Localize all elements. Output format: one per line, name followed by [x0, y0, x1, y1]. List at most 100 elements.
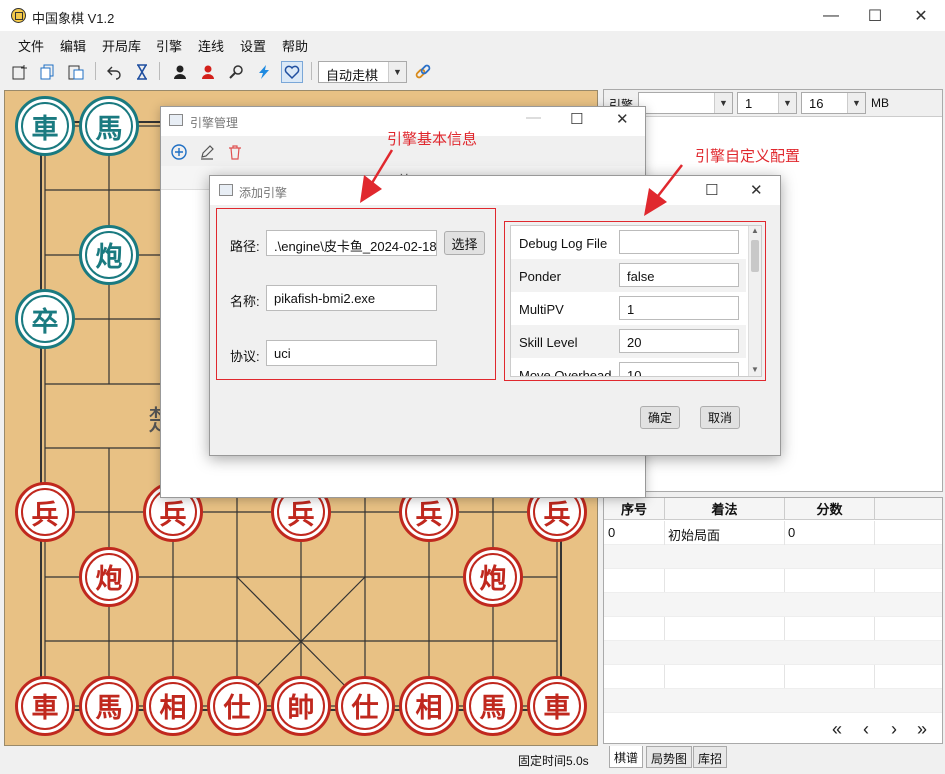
options-list[interactable]: Debug Log File Ponder false MultiPV 1 Skil… [510, 225, 762, 377]
trash-icon[interactable] [227, 144, 243, 163]
red-piece[interactable]: 相 [399, 675, 459, 736]
red-player-icon[interactable] [197, 61, 219, 83]
scroll-down-icon[interactable]: ▼ [751, 365, 759, 374]
piece-label: 車 [533, 681, 581, 730]
black-piece[interactable]: 馬 [79, 96, 139, 156]
search-icon[interactable] [225, 61, 247, 83]
option-name: MultiPV [519, 302, 564, 317]
path-label: 路径: [230, 239, 260, 254]
tab-record[interactable]: 棋谱 [609, 746, 644, 768]
name-field[interactable]: pikafish-bmi2.exe [266, 285, 437, 311]
close-button[interactable]: ✕ [750, 181, 763, 199]
auto-move-value: 自动走棋 [326, 68, 379, 83]
scrollbar-thumb[interactable] [751, 240, 759, 272]
table-row [604, 545, 942, 569]
name-label: 名称: [230, 294, 260, 309]
red-piece[interactable]: 兵 [15, 482, 75, 543]
link-icon[interactable] [412, 61, 434, 83]
scrollbar[interactable]: ▲ ▼ [748, 226, 761, 376]
menu-file[interactable]: 文件 [18, 36, 44, 55]
table-row[interactable]: 0 初始局面 0 [604, 521, 942, 545]
option-name: Debug Log File [519, 236, 608, 251]
undo-icon[interactable] [103, 61, 125, 83]
piece-label: 車 [21, 681, 69, 730]
red-piece[interactable]: 馬 [79, 675, 139, 736]
red-piece[interactable]: 車 [15, 675, 75, 736]
tab-book-moves[interactable]: 库招 [693, 746, 728, 768]
path-field[interactable]: .\engine\皮卡鱼_2024-02-18 [266, 230, 437, 256]
browse-button[interactable]: 选择 [444, 231, 485, 255]
red-piece[interactable]: 馬 [463, 675, 523, 736]
black-player-icon[interactable] [169, 61, 191, 83]
header-score[interactable]: 分数 [785, 498, 875, 520]
table-row [604, 593, 942, 617]
close-button[interactable]: ✕ [898, 0, 944, 31]
option-value[interactable]: false [619, 263, 739, 287]
option-row: Debug Log File [511, 226, 746, 259]
hash-select[interactable]: 16 ▼ [801, 92, 866, 114]
cancel-button[interactable]: 取消 [700, 406, 740, 429]
edit-icon[interactable] [199, 144, 215, 163]
auto-move-select[interactable]: 自动走棋 ▼ [318, 61, 407, 83]
hourglass-icon[interactable] [131, 61, 153, 83]
tab-situation[interactable]: 局势图 [646, 746, 693, 768]
row-score: 0 [788, 525, 796, 540]
option-value[interactable]: 1 [619, 296, 739, 320]
chevron-down-icon: ▼ [847, 93, 865, 113]
minimize-button[interactable]: — [526, 109, 541, 126]
option-value[interactable]: 10 [619, 362, 739, 376]
dialog-title: 引擎管理 [190, 116, 239, 130]
red-piece[interactable]: 仕 [335, 675, 395, 736]
prev-move-button[interactable]: ‹ [863, 719, 869, 740]
black-piece[interactable]: 車 [15, 96, 75, 156]
black-piece[interactable]: 卒 [15, 289, 75, 350]
maximize-button[interactable]: ☐ [570, 110, 583, 128]
red-piece[interactable]: 仕 [207, 675, 267, 736]
menu-settings[interactable]: 设置 [240, 36, 266, 55]
protocol-field[interactable]: uci [266, 340, 437, 366]
red-piece[interactable]: 帥 [271, 675, 331, 736]
menu-help[interactable]: 帮助 [282, 36, 308, 55]
table-row [604, 641, 942, 665]
piece-label: 炮 [469, 552, 517, 601]
piece-label: 卒 [21, 295, 69, 344]
window-icon [169, 114, 183, 126]
minimize-button[interactable]: — [808, 0, 854, 31]
threads-select[interactable]: 1 ▼ [737, 92, 797, 114]
red-piece[interactable]: 車 [527, 675, 587, 736]
menu-engine[interactable]: 引擎 [156, 36, 182, 55]
window-title: 中国象棋 V1.2 [32, 11, 115, 26]
option-value[interactable] [619, 230, 739, 254]
engine-select[interactable]: ▼ [638, 92, 733, 114]
black-piece[interactable]: 炮 [79, 224, 139, 285]
lightning-icon[interactable] [253, 61, 275, 83]
red-piece[interactable]: 相 [143, 675, 203, 736]
menu-opening-book[interactable]: 开局库 [102, 36, 141, 55]
scroll-up-icon[interactable]: ▲ [751, 226, 759, 235]
toolbar-separator [311, 62, 312, 80]
ok-button[interactable]: 确定 [640, 406, 680, 429]
add-icon[interactable] [171, 144, 187, 163]
first-move-button[interactable]: « [832, 719, 842, 740]
menu-edit[interactable]: 编辑 [60, 36, 86, 55]
close-button[interactable]: ✕ [616, 110, 629, 128]
option-value[interactable]: 20 [619, 329, 739, 353]
header-move[interactable]: 着法 [665, 498, 785, 520]
table-row [604, 665, 942, 689]
chevron-down-icon: ▼ [388, 62, 406, 82]
maximize-button[interactable]: ☐ [852, 0, 898, 31]
last-move-button[interactable]: » [917, 719, 927, 740]
maximize-button[interactable]: ☐ [705, 181, 718, 199]
option-name: Ponder [519, 269, 561, 284]
copy-icon[interactable] [37, 61, 59, 83]
next-move-button[interactable]: › [891, 719, 897, 740]
paste-icon[interactable] [65, 61, 87, 83]
red-piece[interactable]: 炮 [79, 546, 139, 607]
new-icon[interactable] [9, 61, 31, 83]
red-piece[interactable]: 炮 [463, 546, 523, 607]
header-index[interactable]: 序号 [604, 498, 665, 520]
menu-connect[interactable]: 连线 [198, 36, 224, 55]
piece-label: 馬 [469, 681, 517, 730]
piece-label: 炮 [85, 230, 133, 279]
heart-icon[interactable] [281, 61, 303, 83]
